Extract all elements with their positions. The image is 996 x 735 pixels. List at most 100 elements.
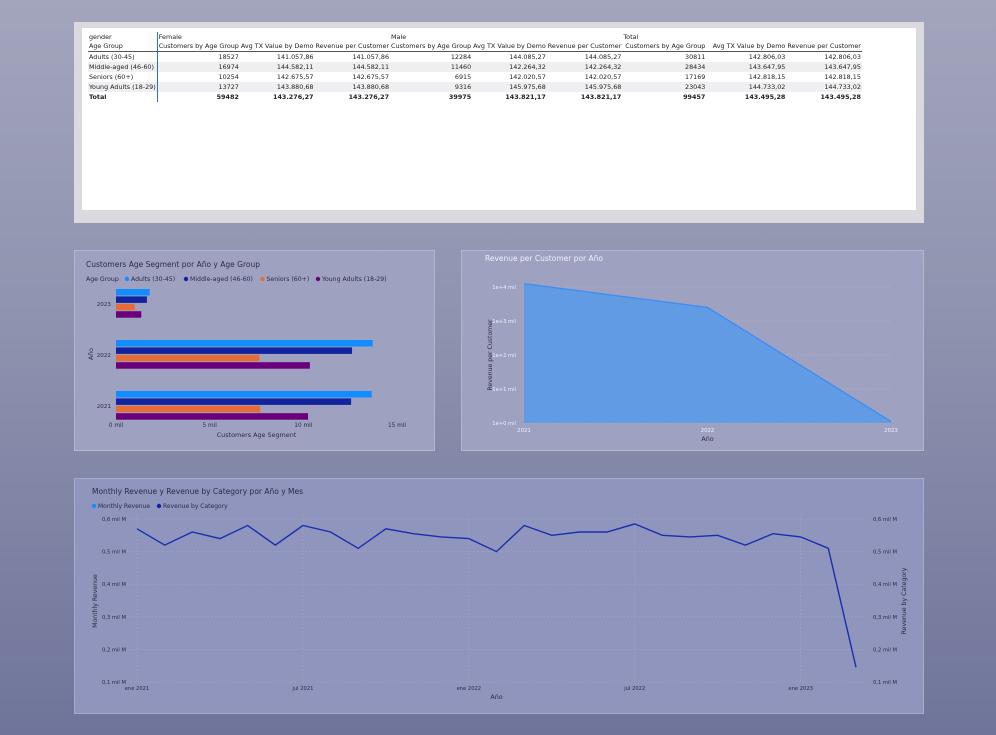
table-cell: 142.818,15 <box>748 73 786 81</box>
column-header-measure[interactable]: Avg TX Value by Demo <box>706 41 787 52</box>
legend-item: Middle-aged (46-60) <box>190 276 253 283</box>
bar-chart-visual[interactable]: Customers Age Segment por Año y Age Grou… <box>74 250 435 451</box>
column-header-female[interactable]: Female <box>157 32 390 41</box>
x-tick-label: 15 mil <box>388 423 406 429</box>
column-header-measure[interactable]: Avg TX Value by Demo <box>472 41 547 52</box>
row-label-total: Total <box>88 92 158 102</box>
x-tick-label: ene 2023 <box>788 686 813 692</box>
y-tick-label: 1e+1 mil <box>492 387 516 393</box>
table-cell: 143.880,68 <box>239 82 315 92</box>
table-cell: 144.582,11 <box>314 62 391 72</box>
legend-marker <box>156 503 162 509</box>
area-chart-svg: 1e+4 mil 1e+3 mil 1e+2 mil 1e+1 mil 1e+0 mil… <box>487 283 898 443</box>
matrix-table-visual[interactable]: gender Female Male Total Age Group Custo… <box>74 22 924 223</box>
table-cell: 23043 <box>622 82 707 92</box>
table-cell: 144.733,02 <box>706 82 787 92</box>
bar <box>116 303 135 311</box>
matrix-table: gender Female Male Total Age Group Custo… <box>88 32 862 102</box>
table-row[interactable]: Young Adults (18-29) 13727 143.880,68 14… <box>88 82 862 92</box>
table-cell: 39975 <box>448 93 472 101</box>
table-cell: 17169 <box>685 73 706 81</box>
y-tick-label-left: 0,4 mil M <box>102 582 126 588</box>
table-row[interactable]: Seniors (60+) 10254 142.675,57 142.675,5… <box>88 72 862 82</box>
table-cell: 13727 <box>157 82 240 92</box>
legend-marker <box>260 276 265 282</box>
table-cell: 141.057,86 <box>352 53 390 61</box>
table-cell: 145.975,68 <box>472 82 547 92</box>
row-label: Middle-aged (46-60) <box>88 62 158 72</box>
legend-marker <box>183 276 189 282</box>
x-axis-title: Año <box>490 693 502 701</box>
bar <box>116 391 372 398</box>
table-cell: 144.582,11 <box>239 62 315 72</box>
table-cell: 18527 <box>218 53 239 61</box>
table-cell: 11460 <box>390 62 473 72</box>
table-cell: 142.020,57 <box>509 73 546 81</box>
row-header-age-group[interactable]: Age Group <box>88 41 158 52</box>
y-tick-label-left: 0,2 mil M <box>102 647 126 653</box>
y-tick-label-right: 0,1 mil M <box>873 680 897 686</box>
column-header-total[interactable]: Total <box>622 32 862 41</box>
table-cell: 30811 <box>685 53 706 61</box>
x-tick-label: 5 mil <box>202 423 217 429</box>
x-axis-title: Customers Age Segment <box>217 431 297 439</box>
legend-item: Monthly Revenue <box>98 503 150 510</box>
column-header-measure[interactable]: Customers by Age Group <box>157 41 240 52</box>
y-tick-label: 1e+3 mil <box>492 319 516 325</box>
table-header-row-measures: Age Group Customers by Age Group Avg TX … <box>88 41 862 52</box>
area-fill <box>524 283 891 423</box>
table-cell: 142.675,57 <box>276 73 314 81</box>
column-header-gender[interactable]: gender <box>88 32 158 41</box>
y-tick-label: 1e+0 mil <box>492 421 516 427</box>
table-cell: 145.975,68 <box>546 82 623 92</box>
legend-item: Young Adults (18-29) <box>321 276 387 283</box>
y-tick-label: 2023 <box>97 302 112 308</box>
table-cell: 144.733,02 <box>786 82 862 92</box>
table-row[interactable]: Adults (30-45) 18527 141.057,86 141.057,… <box>88 51 862 62</box>
line-chart-visual[interactable]: Monthly Revenue y Revenue by Category po… <box>74 478 924 714</box>
table-cell: 9316 <box>390 82 473 92</box>
legend-title: Age Group <box>86 276 119 283</box>
table-cell: 16974 <box>157 62 240 72</box>
area-chart-visual[interactable]: Revenue per Customer por Año 1e+4 mil 1e+… <box>461 250 924 451</box>
y-tick-label-left: 0,6 mil M <box>102 517 126 523</box>
table-row[interactable]: Middle-aged (46-60) 16974 144.582,11 144… <box>88 62 862 72</box>
column-header-male[interactable]: Male <box>390 32 622 41</box>
column-header-measure[interactable]: Revenue per Customer <box>314 41 391 52</box>
series-line <box>136 523 857 668</box>
legend-item: Revenue by Category <box>163 503 228 510</box>
table-total-row[interactable]: Total 59482 143.276,27 143.276,27 39975 … <box>88 92 862 102</box>
table-cell: 144.085,27 <box>584 53 622 61</box>
legend-marker <box>91 503 97 509</box>
column-header-measure[interactable]: Revenue per Customer <box>786 41 862 52</box>
table-cell: 143.821,17 <box>505 93 546 101</box>
table-cell: 143.880,68 <box>314 82 391 92</box>
y-tick-label: 1e+4 mil <box>492 285 516 291</box>
y-axis-title-right: Revenue by Category <box>901 567 908 634</box>
x-tick-label: ene 2021 <box>125 686 150 692</box>
y-tick-label-right: 0,5 mil M <box>873 550 897 556</box>
y-tick-label: 1e+2 mil <box>492 353 516 359</box>
column-header-measure[interactable]: Customers by Age Group <box>622 41 707 52</box>
x-tick-label: 2022 <box>701 428 715 434</box>
table-cell: 12284 <box>450 53 472 61</box>
table-cell: 10254 <box>218 73 239 81</box>
row-label: Adults (30-45) <box>88 51 158 62</box>
bar <box>116 347 353 354</box>
y-tick-label-right: 0,4 mil M <box>873 582 897 588</box>
column-header-measure[interactable]: Customers by Age Group <box>390 41 473 52</box>
table-cell: 143.495,28 <box>820 93 861 101</box>
column-header-measure[interactable]: Revenue per Customer <box>546 41 623 52</box>
y-tick-label-left: 0,5 mil M <box>102 550 126 556</box>
bar <box>116 289 150 296</box>
y-tick-label: 2021 <box>97 404 112 410</box>
table-cell: 142.020,57 <box>584 73 622 81</box>
bar-chart-svg: Age Group Adults (30-45) Middle-aged (46-6… <box>86 276 406 439</box>
y-axis-title-left: Monthly Revenue <box>92 574 99 628</box>
table-cell: 99457 <box>683 93 706 101</box>
table-header-row-gender: gender Female Male Total <box>88 32 862 41</box>
matrix-table-area: gender Female Male Total Age Group Custo… <box>82 28 916 210</box>
column-header-measure[interactable]: Avg TX Value by Demo <box>239 41 315 52</box>
table-cell: 59482 <box>216 93 239 101</box>
y-axis-title: Año <box>88 348 95 360</box>
